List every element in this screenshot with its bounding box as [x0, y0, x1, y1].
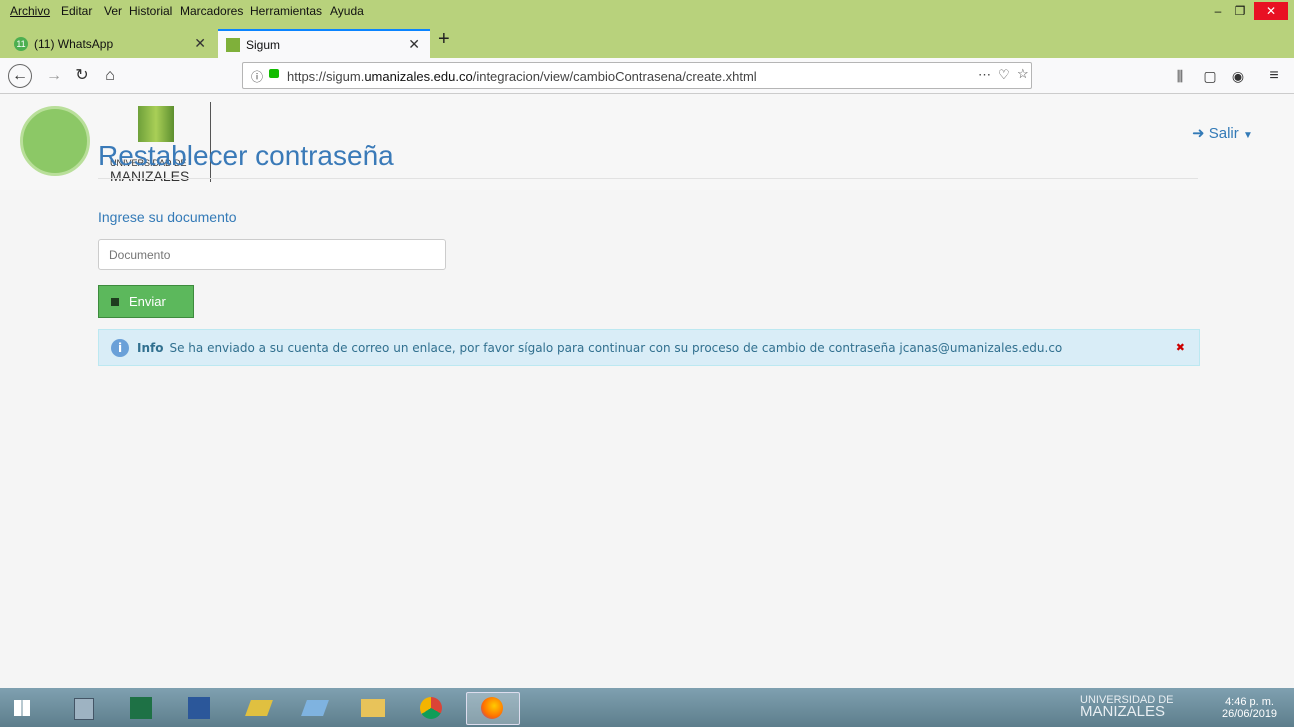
close-window-icon[interactable]: ✕	[1254, 2, 1288, 20]
pocket-icon[interactable]: ♡	[998, 67, 1010, 83]
word-taskbar-icon[interactable]	[184, 692, 214, 723]
info-alert: i Info Se ha enviado a su cuenta de corr…	[98, 329, 1200, 366]
caret-down-icon: ▼	[1242, 130, 1253, 141]
logout-icon: ➜	[1192, 125, 1205, 142]
new-tab-icon[interactable]: +	[438, 28, 450, 51]
nav-toolbar: ← → ↻ ⌂ ⓘ https://sigum.umanizales.edu.c…	[0, 58, 1294, 94]
bookmark-star-icon[interactable]: ☆	[1017, 66, 1029, 82]
start-button[interactable]	[4, 692, 40, 723]
clock-date: 26/06/2019	[1222, 708, 1278, 720]
explorer-taskbar-icon[interactable]	[356, 692, 390, 723]
menu-archivo[interactable]: Archivo	[10, 4, 50, 18]
page-actions-icon[interactable]: ⋯	[978, 67, 991, 83]
home-icon[interactable]: ⌂	[98, 64, 122, 88]
alert-title: Info	[137, 340, 164, 355]
send-label: Enviar	[129, 294, 166, 309]
back-icon[interactable]: ←	[8, 64, 32, 88]
accreditation-seal-icon	[20, 106, 90, 176]
url-bar[interactable]: ⓘ https://sigum.umanizales.edu.co/integr…	[242, 62, 1032, 89]
sigum-favicon-icon	[226, 37, 240, 52]
restore-icon[interactable]: ❐	[1230, 2, 1250, 20]
page-title: Restablecer contraseña	[98, 140, 394, 171]
tab-sigum[interactable]: Sigum ✕	[218, 29, 430, 58]
minimize-icon[interactable]: –	[1208, 2, 1228, 20]
document-label: Ingrese su documento	[98, 209, 237, 225]
alert-close-icon[interactable]: ✖	[1176, 341, 1185, 354]
logout-menu[interactable]: ➜ Salir ▼	[1192, 124, 1253, 142]
tab-label: Sigum	[246, 37, 281, 52]
whatsapp-icon: 11	[14, 36, 28, 51]
extension-icon[interactable]: ◉	[1226, 64, 1250, 88]
logout-label: Salir	[1208, 125, 1239, 142]
info-icon[interactable]: ⓘ	[251, 68, 263, 85]
tray-logo-line2: MANIZALES	[1080, 703, 1166, 720]
page-content: UNIVERSIDAD DE MANIZALES ➜ Salir ▼	[0, 94, 1294, 688]
menu-marcadores[interactable]: Marcadores	[180, 4, 243, 18]
menu-editar[interactable]: Editar	[61, 4, 92, 18]
forward-icon[interactable]: →	[42, 64, 66, 88]
clock[interactable]: 4:46 p. m. 26/06/2019	[1222, 696, 1277, 720]
tab-whatsapp[interactable]: 11 (11) WhatsApp ✕	[6, 29, 216, 58]
excel-taskbar-icon[interactable]	[126, 692, 156, 723]
chrome-taskbar-icon[interactable]	[414, 692, 448, 723]
reload-icon[interactable]: ↻	[70, 64, 94, 88]
url-text: https://sigum.umanizales.edu.co/integrac…	[287, 69, 757, 84]
tab-label: (11) WhatsApp	[34, 36, 114, 51]
menu-historial[interactable]: Historial	[129, 4, 172, 18]
save-icon	[111, 297, 119, 306]
document-input[interactable]	[98, 239, 446, 270]
tray-logo: UNIVERSIDAD DE MANIZALES	[1080, 694, 1174, 720]
info-circle-icon: i	[111, 338, 129, 357]
menu-bar: Archivo Editar Ver Historial Marcadores …	[0, 0, 1294, 22]
alert-message: Se ha enviado a su cuenta de correo un e…	[169, 340, 1063, 355]
windows-logo-icon	[14, 700, 30, 716]
menu-herramientas[interactable]: Herramientas	[250, 4, 322, 18]
hamburger-menu-icon[interactable]: ≡	[1262, 64, 1286, 88]
title-divider	[98, 178, 1198, 179]
firefox-taskbar-icon[interactable]	[466, 692, 520, 725]
menu-ver[interactable]: Ver	[104, 4, 122, 18]
logo-mark-icon	[138, 106, 174, 142]
lock-icon	[269, 69, 279, 78]
send-button[interactable]: Enviar	[98, 285, 194, 318]
library-icon[interactable]: ⫼	[1168, 64, 1192, 88]
tab-strip: 11 (11) WhatsApp ✕ Sigum ✕ +	[0, 22, 1294, 58]
paint-taskbar-icon[interactable]	[244, 692, 274, 723]
notes-taskbar-icon[interactable]	[300, 692, 330, 723]
windows-taskbar: UNIVERSIDAD DE MANIZALES 4:46 p. m. 26/0…	[0, 688, 1294, 727]
clock-time: 4:46 p. m.	[1225, 696, 1274, 708]
menu-ayuda[interactable]: Ayuda	[330, 4, 364, 18]
sidebar-icon[interactable]: ▢	[1198, 64, 1222, 88]
close-tab-icon[interactable]: ✕	[408, 36, 420, 53]
close-tab-icon[interactable]: ✕	[194, 35, 206, 52]
calculator-taskbar-icon[interactable]	[68, 692, 98, 723]
